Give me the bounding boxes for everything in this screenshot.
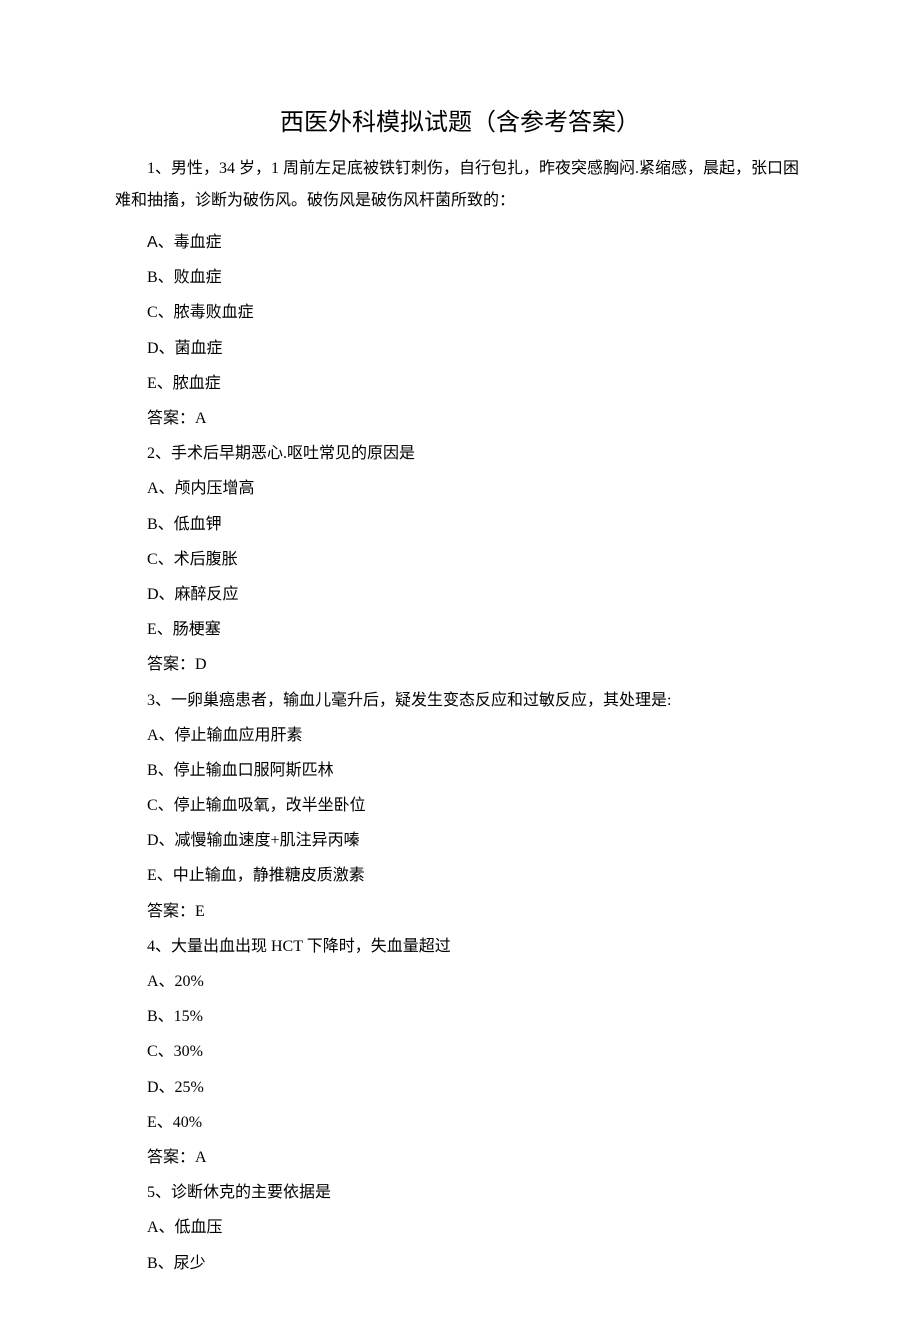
text-line: A、20% — [115, 964, 805, 999]
text-line: 答案：A — [115, 1140, 805, 1175]
option-letter: A — [147, 234, 158, 251]
text-line: B、15% — [115, 999, 805, 1034]
question-intro: 1、男性，34 岁，1 周前左足底被铁钉刺伤，自行包扎，昨夜突感胸闷.紧缩感，晨… — [115, 153, 805, 217]
text-line: D、菌血症 — [115, 331, 805, 366]
text-line: B、停止输血口服阿斯匹林 — [115, 753, 805, 788]
text-line: B、尿少 — [115, 1246, 805, 1281]
text-line: 答案：A — [115, 401, 805, 436]
option-text: 、毒血症 — [158, 234, 222, 251]
text-line: D、麻醉反应 — [115, 577, 805, 612]
text-line: 答案：E — [115, 894, 805, 929]
text-line: C、术后腹胀 — [115, 542, 805, 577]
text-line: E、中止输血，静推糖皮质激素 — [115, 858, 805, 893]
text-line: A、颅内压增高 — [115, 471, 805, 506]
text-line: 5、诊断休克的主要依据是 — [115, 1175, 805, 1210]
text-line: C、30% — [115, 1034, 805, 1069]
text-line: A、停止输血应用肝素 — [115, 718, 805, 753]
text-line: B、败血症 — [115, 260, 805, 295]
document-page: 西医外科模拟试题（含参考答案） 1、男性，34 岁，1 周前左足底被铁钉刺伤，自… — [0, 0, 920, 1321]
text-line: C、脓毒败血症 — [115, 295, 805, 330]
text-line: 4、大量出血出现 HCT 下降时，失血量超过 — [115, 929, 805, 964]
text-line: 答案：D — [115, 647, 805, 682]
text-line: D、减慢输血速度+肌注异丙嗪 — [115, 823, 805, 858]
text-line: D、25% — [115, 1070, 805, 1105]
text-line: E、40% — [115, 1105, 805, 1140]
text-line: E、肠梗塞 — [115, 612, 805, 647]
page-title: 西医外科模拟试题（含参考答案） — [115, 102, 805, 137]
text-line: A、毒血症 — [115, 225, 805, 260]
lines-container: A、毒血症B、败血症C、脓毒败血症D、菌血症E、脓血症答案：A2、手术后早期恶心… — [115, 225, 805, 1281]
text-line: 2、手术后早期恶心.呕吐常见的原因是 — [115, 436, 805, 471]
text-line: 3、一卵巢癌患者，输血儿毫升后，疑发生变态反应和过敏反应，其处理是: — [115, 683, 805, 718]
text-line: C、停止输血吸氧，改半坐卧位 — [115, 788, 805, 823]
text-line: E、脓血症 — [115, 366, 805, 401]
text-line: A、低血压 — [115, 1210, 805, 1245]
text-line: B、低血钾 — [115, 507, 805, 542]
